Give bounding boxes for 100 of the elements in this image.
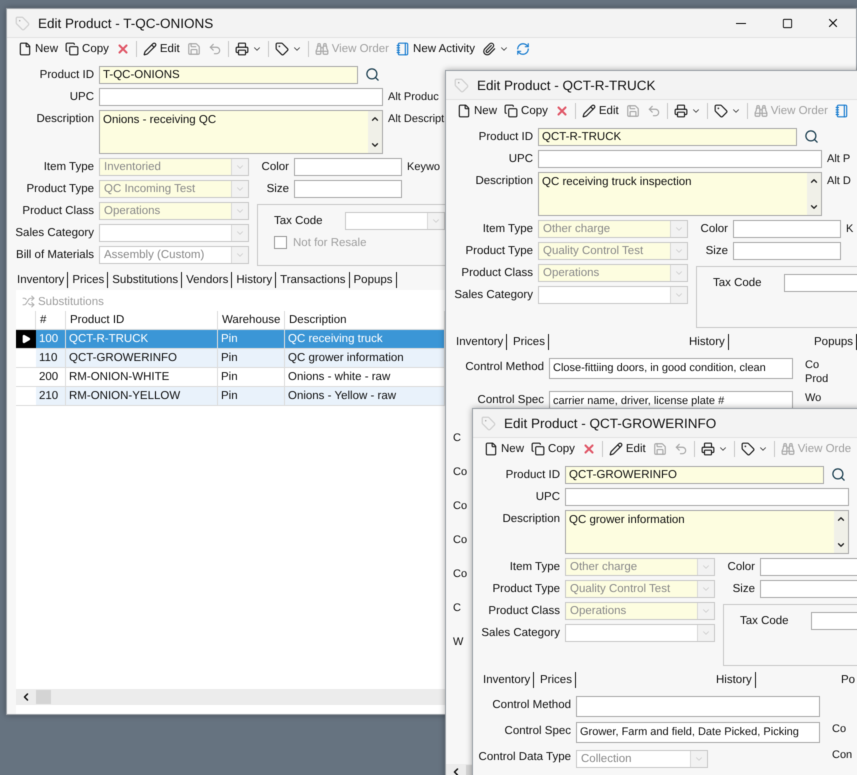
tab[interactable]: Prices — [71, 272, 108, 288]
text-field[interactable]: Grower, Farm and field, Date Picked, Picking — [576, 722, 820, 743]
field-label: Co — [453, 533, 468, 547]
table-cell[interactable]: QC grower information — [285, 349, 445, 368]
text-field[interactable]: QCT-R-TRUCK — [538, 128, 797, 146]
dropdown-field[interactable] — [99, 224, 249, 242]
table-cell[interactable]: Onions - Yellow - raw — [285, 387, 445, 406]
scroll-up-icon[interactable] — [836, 514, 846, 524]
pencil-icon — [608, 442, 623, 456]
dropdown-field[interactable] — [345, 212, 445, 230]
table-cell[interactable]: Pin — [218, 349, 285, 368]
tab[interactable]: Po — [840, 672, 857, 688]
text-field[interactable]: T-QC-ONIONS — [99, 66, 358, 84]
copy-icon — [504, 104, 518, 118]
text-field[interactable] — [733, 242, 841, 260]
field-label: Item Type — [482, 222, 533, 237]
table-cell[interactable]: QCT-GROWERINFO — [66, 349, 218, 368]
field-label: Wo — [805, 391, 822, 405]
tab[interactable]: History — [715, 672, 756, 688]
toolbar-icon-button[interactable] — [234, 42, 263, 56]
text-area[interactable]: QC grower information — [565, 510, 849, 554]
toolbar-button[interactable]: Edit — [142, 42, 181, 56]
column-header[interactable]: Description — [285, 311, 445, 330]
field-label: Co — [453, 499, 468, 513]
minimize-icon — [736, 22, 746, 24]
tab[interactable]: Inventory — [482, 672, 534, 688]
text-field[interactable] — [538, 150, 822, 168]
table-cell[interactable]: 210 — [36, 387, 66, 406]
tab[interactable]: Inventory — [16, 272, 68, 288]
scroll-down-icon[interactable] — [836, 540, 846, 550]
table-cell[interactable]: RM-ONION-WHITE — [66, 368, 218, 387]
column-header[interactable]: Product ID — [66, 311, 218, 330]
tab[interactable]: Prices — [539, 672, 576, 688]
table-cell[interactable]: 200 — [36, 368, 66, 387]
tab[interactable]: Vendors — [185, 272, 232, 288]
scroll-down-icon[interactable] — [370, 140, 380, 150]
table-cell[interactable]: Onions - white - raw — [285, 368, 445, 387]
text-field[interactable]: Close-fittiing doors, in good condition, clean — [549, 358, 793, 379]
text-area[interactable]: QC receiving truck inspection — [538, 172, 822, 216]
dropdown-field[interactable] — [565, 624, 715, 642]
scroll-up-icon[interactable] — [809, 176, 819, 186]
search-icon[interactable] — [831, 467, 846, 482]
scroll-thumb[interactable] — [36, 690, 51, 704]
toolbar-icon-button[interactable] — [672, 104, 702, 118]
text-field[interactable] — [99, 88, 383, 106]
row-indicator[interactable] — [16, 330, 36, 349]
text-field[interactable] — [576, 696, 820, 717]
table-cell[interactable]: 110 — [36, 349, 66, 368]
tab[interactable]: Popups — [813, 334, 857, 350]
scroll-up-icon[interactable] — [370, 114, 380, 124]
toolbar-icon-button[interactable] — [700, 442, 729, 456]
dropdown-field[interactable] — [538, 286, 688, 304]
text-field[interactable] — [294, 158, 402, 176]
text-field[interactable] — [784, 274, 857, 292]
field-label: Color — [260, 160, 289, 175]
table-cell[interactable]: RM-ONION-YELLOW — [66, 387, 218, 406]
tab[interactable]: Prices — [512, 334, 549, 350]
tab[interactable]: Popups — [352, 272, 397, 288]
field-label: Control Method — [464, 360, 544, 374]
text-field[interactable] — [294, 180, 402, 198]
text-field[interactable] — [565, 488, 849, 506]
toolbar-button[interactable]: Copy — [64, 42, 110, 56]
toolbar-button[interactable]: Edit — [608, 442, 647, 456]
text-area[interactable]: Onions - receiving QC — [99, 110, 383, 154]
toolbar-button[interactable]: New Activity — [395, 42, 476, 56]
tab[interactable]: Substitutions — [111, 272, 182, 288]
field-label: Keywo — [407, 160, 440, 175]
tab[interactable]: History — [235, 272, 276, 288]
toolbar-icon-button[interactable] — [274, 42, 303, 56]
toolbar-icon-button[interactable] — [740, 442, 769, 456]
binoculars-icon — [780, 442, 795, 456]
window-title: Edit Product - QCT-GROWERINFO — [504, 416, 716, 430]
toolbar-button[interactable]: New — [17, 42, 60, 56]
text-field[interactable] — [760, 558, 857, 576]
field-label: UPC — [508, 152, 533, 167]
table-cell[interactable]: Pin — [218, 368, 285, 387]
toolbar-button[interactable]: New — [483, 442, 526, 456]
toolbar-button[interactable]: Copy — [530, 442, 576, 456]
search-icon[interactable] — [804, 129, 819, 144]
text-field[interactable] — [733, 220, 841, 238]
search-icon[interactable] — [365, 67, 380, 82]
column-header[interactable]: Warehouse — [218, 311, 285, 330]
checkbox-label: Not for Resale — [293, 236, 367, 248]
tab[interactable]: Transactions — [279, 272, 350, 288]
table-cell[interactable]: Pin — [218, 387, 285, 406]
column-header[interactable]: # — [36, 311, 66, 330]
tab[interactable]: History — [688, 334, 729, 350]
field-label: Product Type — [25, 182, 94, 197]
tab[interactable]: Inventory — [455, 334, 508, 350]
toolbar-button[interactable]: Edit — [580, 104, 620, 118]
toolbar-button[interactable]: Copy — [503, 104, 549, 118]
window-title: Edit Product - QCT-R-TRUCK — [477, 78, 656, 92]
field-label: Co — [805, 358, 820, 372]
scroll-down-icon[interactable] — [809, 202, 819, 212]
toolbar-icon-button[interactable] — [712, 104, 742, 118]
text-field[interactable] — [760, 580, 857, 598]
toolbar-button[interactable]: New — [456, 104, 498, 118]
document-icon — [484, 442, 498, 456]
text-field[interactable]: QCT-GROWERINFO — [565, 466, 824, 484]
undo-icon — [208, 42, 222, 56]
